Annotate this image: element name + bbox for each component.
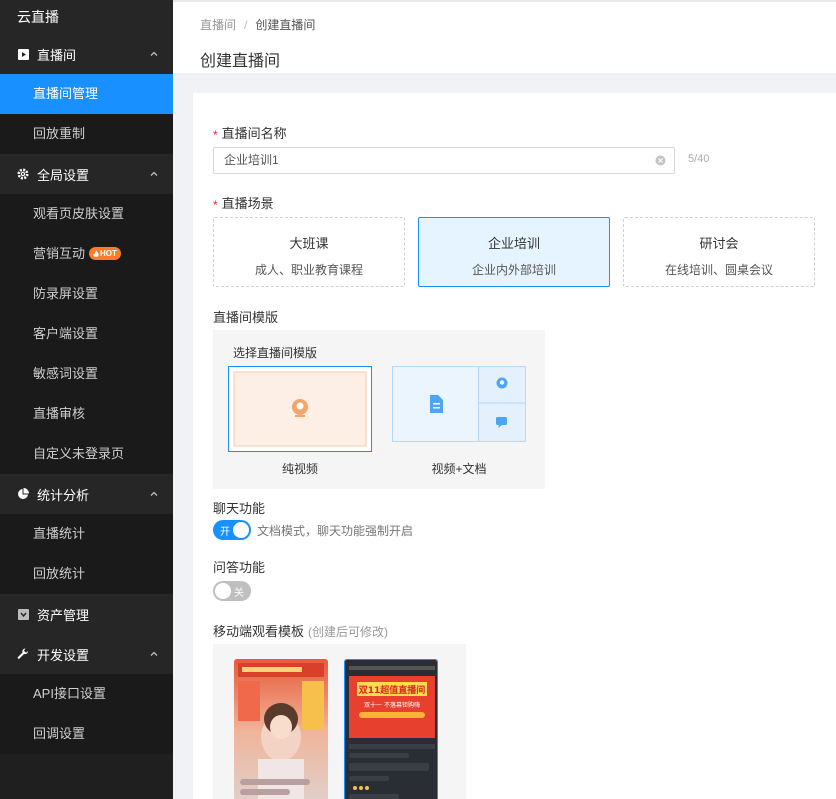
sidebar-item-replay-remake[interactable]: 回放重制 — [0, 114, 173, 154]
sidebar-group-global-settings[interactable]: 全局设置 — [0, 154, 173, 194]
clear-icon[interactable] — [655, 155, 666, 166]
page-title: 创建直播间 — [200, 53, 281, 70]
pie-chart-icon — [17, 488, 29, 500]
form-card: * 直播间名称 企业培训1 5/40 * 直播场景 大班课 成人、职业教育课程 企业… — [193, 93, 836, 799]
sidebar-group-statistics[interactable]: 统计分析 — [0, 474, 173, 514]
wrench-icon — [17, 648, 29, 660]
scene-option-enterprise-training[interactable]: 企业培训 企业内外部培训 — [418, 217, 610, 287]
qa-label: 问答功能 — [213, 560, 266, 575]
sidebar-item-client-settings[interactable]: 客户端设置 — [0, 314, 173, 354]
toggle-knob — [215, 583, 231, 599]
template-video-only[interactable] — [228, 366, 372, 452]
breadcrumb-separator: / — [244, 18, 248, 32]
template-video-doc-preview — [392, 366, 526, 442]
sidebar-group-label: 开发设置 — [37, 647, 90, 663]
sidebar-group-label: 直播间 — [37, 47, 77, 63]
chat-hint: 文档模式，聊天功能强制开启 — [257, 524, 414, 538]
sidebar-group-dev-settings[interactable]: 开发设置 — [0, 634, 173, 674]
mobile-preview-headline: 双11超值直播间 — [359, 684, 426, 696]
template-caption: 纯视频 — [281, 462, 318, 476]
required-mark: * — [213, 198, 218, 212]
template-video-only-preview — [228, 366, 372, 452]
chevron-up-icon — [150, 171, 158, 176]
chevron-up-icon — [150, 491, 158, 496]
toggle-state-label: 开 — [220, 527, 230, 538]
mobile-template-2-preview: 双11超值直播间 双十一 不落幕钜购嗨 — [345, 660, 437, 799]
asset-icon — [17, 608, 29, 620]
sidebar-item-live-review[interactable]: 直播审核 — [0, 394, 173, 434]
toggle-knob — [233, 522, 249, 538]
template-caption: 视频+文档 — [431, 462, 487, 476]
mobile-preview-subline: 双十一 不落幕钜购嗨 — [364, 701, 420, 709]
page-header: 直播间 / 创建直播间 创建直播间 — [173, 0, 836, 73]
mobile-template-selector: 双11超值直播间 双十一 不落幕钜购嗨 — [213, 644, 466, 799]
sidebar-item-label: 营销互动 — [33, 246, 86, 261]
chat-toggle[interactable]: 开 — [213, 520, 251, 540]
scene-desc: 在线培训、圆桌会议 — [664, 263, 773, 277]
sidebar-group-label: 全局设置 — [37, 167, 90, 183]
mobile-template-note: (创建后可修改) — [308, 625, 389, 639]
gear-icon — [17, 168, 29, 180]
room-name-label: * 直播间名称 — [213, 126, 287, 142]
scene-label: * 直播场景 — [213, 196, 274, 212]
scene-desc: 企业内外部培训 — [471, 263, 556, 277]
scene-title: 研讨会 — [699, 236, 739, 251]
sidebar-item-anti-record[interactable]: 防录屏设置 — [0, 274, 173, 314]
room-name-input[interactable]: 企业培训1 — [213, 147, 675, 174]
qa-toggle[interactable]: 关 — [213, 581, 251, 601]
sidebar: 云直播 直播间 直播间管理 回放重制 全局设置 观看页皮肤设置 营销互动 HOT … — [0, 0, 173, 799]
breadcrumb-current: 创建直播间 — [255, 18, 316, 32]
mobile-template-1-preview — [234, 659, 328, 799]
scene-title: 大班课 — [289, 236, 329, 251]
play-square-icon — [17, 48, 29, 60]
sidebar-item-skin-settings[interactable]: 观看页皮肤设置 — [0, 194, 173, 234]
chevron-up-icon — [150, 651, 158, 656]
sidebar-group-label: 统计分析 — [37, 487, 90, 503]
chevron-up-icon — [150, 51, 158, 56]
breadcrumb: 直播间 / 创建直播间 — [200, 16, 315, 33]
mobile-template-2[interactable]: 双11超值直播间 双十一 不落幕钜购嗨 — [344, 659, 438, 799]
breadcrumb-link-live-room[interactable]: 直播间 — [200, 18, 236, 32]
hot-badge: HOT — [89, 247, 121, 261]
mobile-template-label: 移动端观看模板 (创建后可修改) — [213, 624, 389, 639]
scene-option-large-class[interactable]: 大班课 成人、职业教育课程 — [213, 217, 405, 287]
scene-title: 企业培训 — [487, 236, 540, 251]
mobile-template-1[interactable] — [234, 659, 328, 799]
flame-icon — [93, 249, 99, 257]
brand-title: 云直播 — [0, 0, 173, 34]
sidebar-group-live-room[interactable]: 直播间 — [0, 34, 173, 74]
sidebar-item-custom-login-page[interactable]: 自定义未登录页 — [0, 434, 173, 474]
toggle-state-label: 关 — [234, 588, 244, 599]
scene-option-seminar[interactable]: 研讨会 在线培训、圆桌会议 — [623, 217, 815, 287]
sidebar-item-replay-stats[interactable]: 回放统计 — [0, 554, 173, 594]
template-selector: 选择直播间模版 纯视频 视频+文档 — [213, 330, 545, 489]
sidebar-item-api-settings[interactable]: API接口设置 — [0, 674, 173, 714]
required-mark: * — [213, 128, 218, 142]
scene-desc: 成人、职业教育课程 — [254, 263, 363, 277]
name-char-counter: 5/40 — [688, 153, 710, 165]
sidebar-item-sensitive-words[interactable]: 敏感词设置 — [0, 354, 173, 394]
sidebar-item-room-management[interactable]: 直播间管理 — [0, 74, 173, 114]
template-subtitle: 选择直播间模版 — [233, 346, 318, 360]
sidebar-group-label: 资产管理 — [37, 607, 90, 623]
sidebar-item-live-stats[interactable]: 直播统计 — [0, 514, 173, 554]
sidebar-group-assets[interactable]: 资产管理 — [0, 594, 173, 634]
sidebar-item-marketing[interactable]: 营销互动 HOT — [0, 234, 173, 274]
chat-label: 聊天功能 — [213, 501, 266, 516]
sidebar-item-callback-settings[interactable]: 回调设置 — [0, 714, 173, 754]
template-label: 直播间模版 — [213, 310, 279, 325]
template-video-doc[interactable] — [392, 366, 536, 452]
